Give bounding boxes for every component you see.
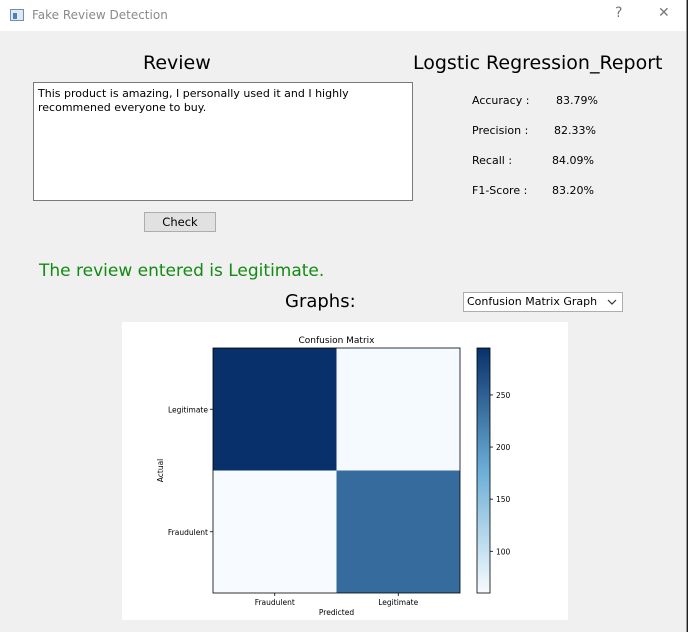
graph-select[interactable]: Confusion Matrix Graph [463, 292, 623, 312]
report-heading: Logstic Regression_Report [413, 52, 663, 74]
window-title: Fake Review Detection [32, 8, 168, 22]
precision-label: Precision : [472, 124, 529, 137]
accuracy-value: 83.79% [556, 94, 598, 107]
heatmap-cell [336, 470, 460, 593]
result-message: The review entered is Legitimate. [39, 261, 325, 281]
colorbar-tick-label: 250 [496, 391, 511, 400]
check-button[interactable]: Check [144, 212, 216, 232]
help-button[interactable]: ? [615, 5, 622, 21]
colorbar-tick-label: 200 [496, 443, 511, 452]
precision-value: 82.33% [554, 124, 596, 137]
f1-score-value: 83.20% [552, 184, 594, 197]
chart-title: Confusion Matrix [299, 336, 376, 346]
colorbar-tick-label: 150 [496, 495, 511, 504]
chevron-down-icon [607, 293, 617, 317]
review-heading: Review [143, 52, 211, 74]
confusion-matrix-chart: Confusion Matrix Legitimate Fraudulent Frau… [122, 322, 568, 620]
colorbar [476, 347, 491, 594]
close-button[interactable]: ✕ [658, 5, 670, 21]
y-tick-label: Fraudulent [168, 528, 208, 537]
recall-value: 84.09% [552, 154, 594, 167]
title-bar: Fake Review Detection ? ✕ [0, 0, 686, 31]
heatmap-cell [336, 348, 460, 471]
graph-select-value: Confusion Matrix Graph [467, 295, 598, 308]
app-window: Fake Review Detection ? ✕ Review This pr… [0, 0, 687, 632]
y-axis-label: Actual [156, 459, 165, 483]
x-tick-label: Fraudulent [255, 598, 295, 607]
f1-score-label: F1-Score : [472, 184, 528, 197]
y-tick-label: Legitimate [168, 405, 208, 414]
graphs-label: Graphs: [285, 291, 356, 312]
accuracy-label: Accuracy : [472, 94, 530, 107]
heatmap-cell [213, 348, 337, 471]
x-tick-label: Legitimate [378, 598, 418, 607]
colorbar-tick-label: 100 [496, 547, 511, 556]
app-icon [10, 9, 24, 21]
heatmap-cell [213, 470, 337, 593]
review-input[interactable]: This product is amazing, I personally us… [33, 82, 413, 201]
chart-svg: Confusion Matrix Legitimate Fraudulent Frau… [156, 336, 511, 617]
recall-label: Recall : [472, 154, 513, 167]
x-axis-label: Predicted [319, 608, 354, 617]
